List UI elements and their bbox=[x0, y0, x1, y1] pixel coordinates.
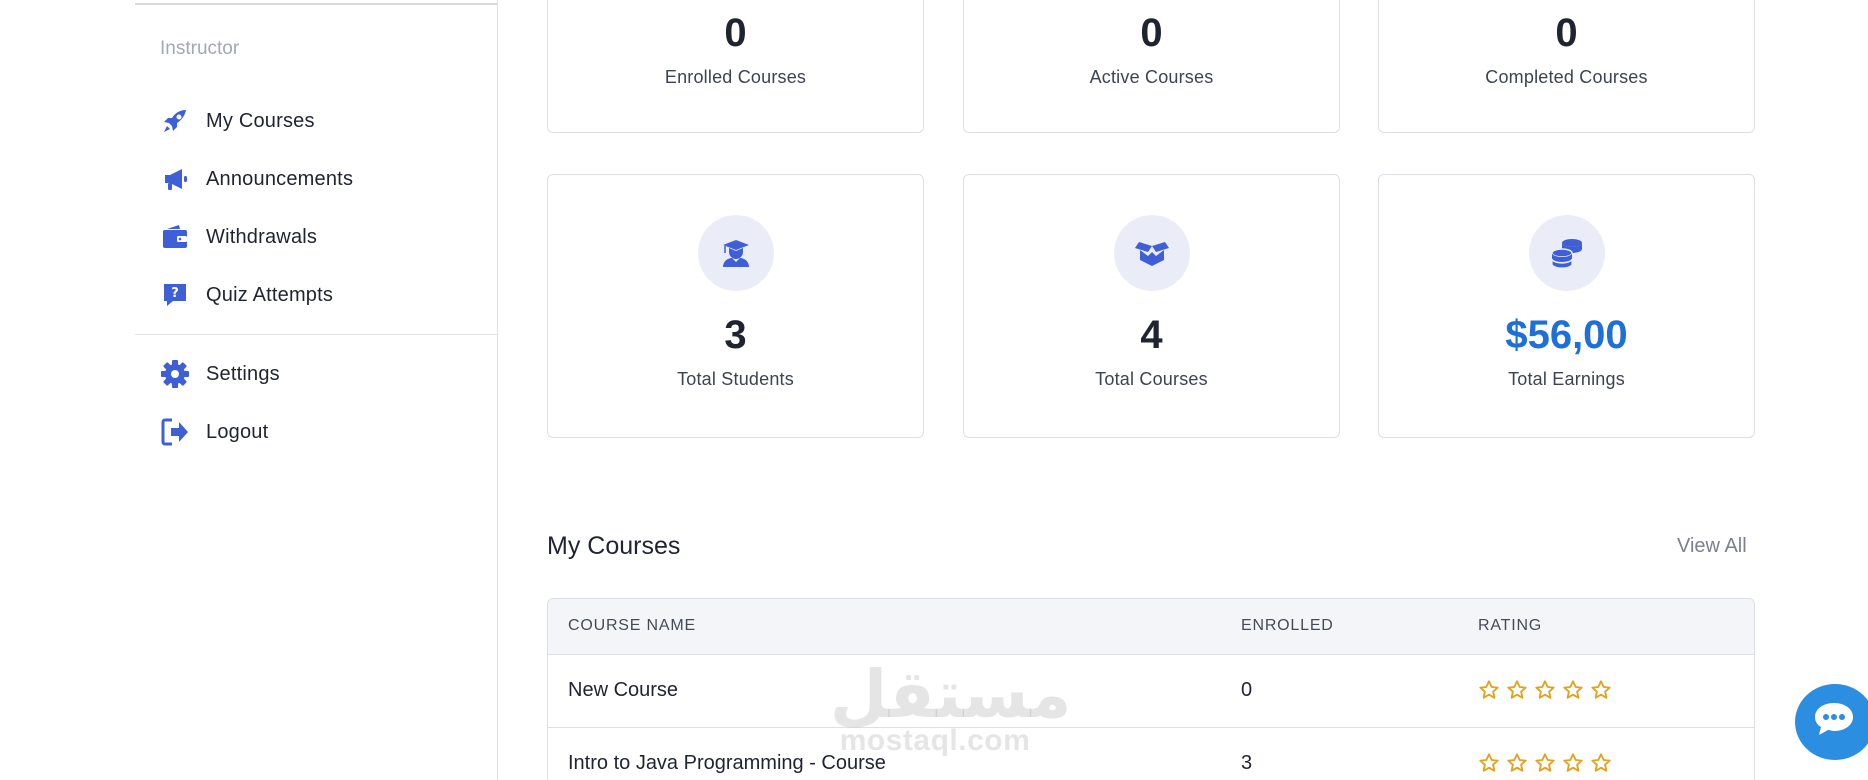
star-outline-icon bbox=[1563, 753, 1583, 772]
sidebar-item-logout[interactable]: Logout bbox=[160, 414, 268, 450]
stat-value: 0 bbox=[1140, 11, 1163, 55]
sidebar-item-settings[interactable]: Settings bbox=[160, 356, 280, 392]
stat-label: Active Courses bbox=[1089, 67, 1214, 87]
column-header-course-name: COURSE NAME bbox=[568, 617, 696, 634]
stat-label: Enrolled Courses bbox=[664, 67, 807, 87]
star-outline-icon bbox=[1535, 753, 1555, 772]
table-row[interactable]: New Course 0 bbox=[548, 655, 1754, 728]
star-outline-icon bbox=[1479, 753, 1499, 772]
sidebar-section-title: Instructor bbox=[160, 38, 240, 59]
enrolled-count: 0 bbox=[1241, 679, 1253, 701]
stat-card-active-courses: 0 Active Courses bbox=[963, 0, 1340, 133]
stat-label: Completed Courses bbox=[1485, 67, 1648, 87]
logout-icon bbox=[160, 417, 190, 447]
star-outline-icon bbox=[1591, 680, 1611, 699]
courses-table: COURSE NAME ENROLLED RATING New Course 0… bbox=[547, 598, 1755, 780]
wallet-icon bbox=[160, 222, 190, 252]
star-outline-icon bbox=[1535, 680, 1555, 699]
stat-card-completed-courses: 0 Completed Courses bbox=[1378, 0, 1755, 133]
chat-button[interactable] bbox=[1795, 684, 1868, 760]
sidebar-item-quiz-attempts[interactable]: ? Quiz Attempts bbox=[160, 277, 333, 313]
column-header-rating: RATING bbox=[1478, 617, 1543, 634]
view-all-link[interactable]: View All bbox=[1677, 535, 1747, 558]
stat-value: 0 bbox=[1555, 11, 1578, 55]
star-outline-icon bbox=[1563, 680, 1583, 699]
table-row[interactable]: Intro to Java Programming - Course 3 bbox=[548, 728, 1754, 780]
stat-card-enrolled-courses: 0 Enrolled Courses bbox=[547, 0, 924, 133]
sidebar-item-announcements[interactable]: Announcements bbox=[160, 161, 353, 197]
star-outline-icon bbox=[1479, 680, 1499, 699]
sidebar-item-withdrawals[interactable]: Withdrawals bbox=[160, 219, 317, 255]
sidebar: Instructor My Courses Announcements With… bbox=[135, 0, 498, 780]
rating-stars bbox=[1478, 679, 1612, 701]
stat-value: 3 bbox=[724, 313, 747, 357]
sidebar-divider bbox=[135, 334, 497, 335]
section-title: My Courses bbox=[547, 532, 681, 560]
sidebar-item-label: My Courses bbox=[206, 109, 315, 132]
course-name[interactable]: New Course bbox=[568, 679, 678, 702]
gear-icon bbox=[160, 359, 190, 389]
question-icon: ? bbox=[160, 280, 190, 310]
enrolled-count: 3 bbox=[1241, 752, 1253, 774]
stat-label: Total Earnings bbox=[1508, 369, 1625, 389]
rating-stars bbox=[1478, 752, 1612, 774]
stat-value: $56,00 bbox=[1505, 313, 1628, 357]
graduate-icon bbox=[697, 215, 774, 291]
sidebar-item-my-courses[interactable]: My Courses bbox=[160, 103, 315, 139]
stat-label: Total Courses bbox=[1095, 369, 1208, 389]
sidebar-item-label: Quiz Attempts bbox=[206, 283, 334, 306]
stat-card-total-earnings: $56,00 Total Earnings bbox=[1378, 174, 1755, 438]
star-outline-icon bbox=[1507, 753, 1527, 772]
stat-card-total-students: 3 Total Students bbox=[547, 174, 924, 438]
sidebar-item-label: Settings bbox=[206, 362, 280, 385]
sidebar-item-label: Withdrawals bbox=[206, 225, 318, 248]
sidebar-item-label: Announcements bbox=[206, 167, 354, 190]
megaphone-icon bbox=[160, 164, 190, 194]
star-outline-icon bbox=[1507, 680, 1527, 699]
course-name[interactable]: Intro to Java Programming - Course bbox=[568, 752, 886, 775]
stat-value: 0 bbox=[724, 11, 747, 55]
column-header-enrolled: ENROLLED bbox=[1241, 617, 1334, 634]
sidebar-top-divider bbox=[135, 3, 497, 5]
star-outline-icon bbox=[1591, 753, 1611, 772]
rocket-icon bbox=[160, 106, 190, 136]
coins-icon bbox=[1528, 215, 1605, 291]
stat-card-total-courses: 4 Total Courses bbox=[963, 174, 1340, 438]
stat-label: Total Students bbox=[677, 369, 794, 389]
svg-text:?: ? bbox=[171, 286, 179, 301]
sidebar-item-label: Logout bbox=[206, 420, 269, 443]
chat-icon bbox=[1811, 700, 1857, 745]
table-header: COURSE NAME ENROLLED RATING bbox=[548, 599, 1754, 655]
box-icon bbox=[1113, 215, 1190, 291]
stat-value: 4 bbox=[1140, 313, 1163, 357]
